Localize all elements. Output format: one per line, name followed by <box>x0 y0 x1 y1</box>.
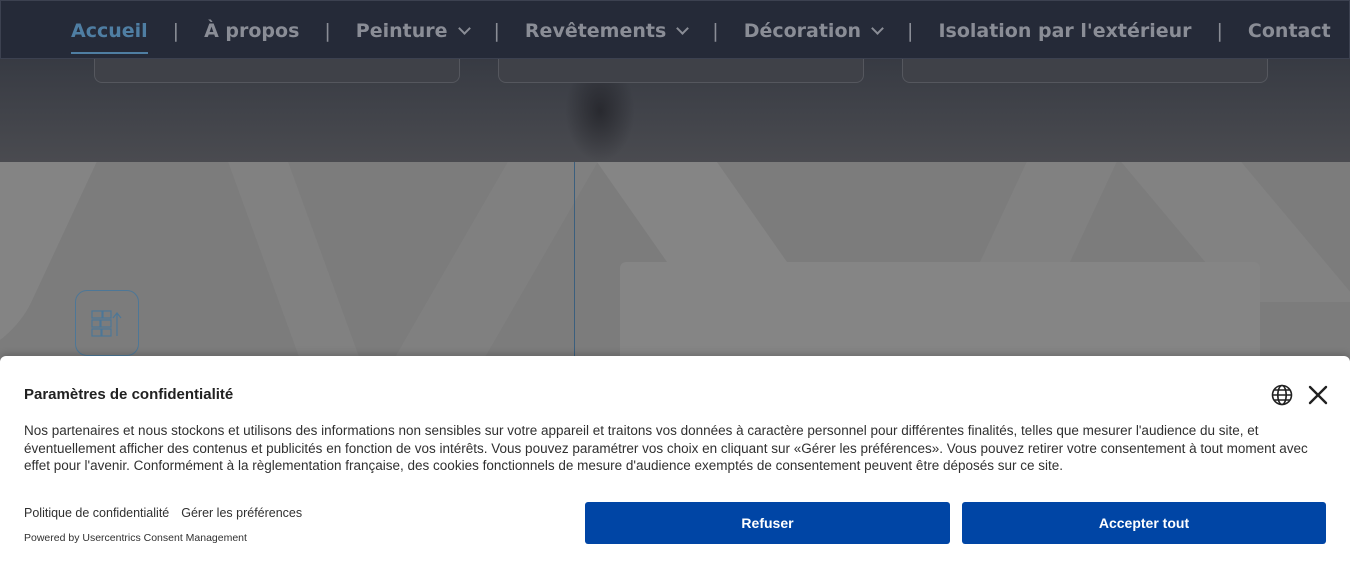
close-icon <box>1308 385 1328 405</box>
nav-item-decoration[interactable]: Décoration <box>743 19 884 42</box>
nav-item-contact[interactable]: Contact <box>1248 20 1331 42</box>
nav-separator: | <box>172 19 180 42</box>
divider <box>574 162 575 362</box>
close-button[interactable] <box>1307 384 1329 406</box>
chevron-down-icon <box>457 21 471 35</box>
shelves-icon <box>91 310 122 337</box>
nav-item-peinture[interactable]: Peinture <box>355 19 471 42</box>
service-card[interactable] <box>94 58 460 83</box>
cookie-consent-banner: Paramètres de confidentialité Nos parten… <box>0 356 1350 568</box>
service-icon-box <box>75 290 139 356</box>
manage-preferences-link[interactable]: Gérer les préférences <box>181 506 302 520</box>
nav-item-label: Accueil <box>71 19 148 42</box>
nav-separator: | <box>324 19 331 42</box>
nav-item-label: Peinture <box>355 19 448 42</box>
nav-item-label: Isolation par l'extérieur <box>938 19 1192 42</box>
nav-separator: | <box>907 19 914 42</box>
globe-icon <box>1271 384 1293 406</box>
nav-item-label: Contact <box>1247 19 1331 42</box>
powered-by-text: Powered by Usercentrics Consent Manageme… <box>24 532 247 544</box>
background-shape <box>392 162 598 362</box>
nav-separator: | <box>712 19 719 42</box>
service-card[interactable] <box>902 58 1268 83</box>
nav-item-accueil[interactable]: Accueil <box>71 19 148 54</box>
refuse-button[interactable]: Refuser <box>585 502 950 544</box>
privacy-policy-link[interactable]: Politique de confidentialité <box>24 506 169 520</box>
chevron-down-icon <box>871 21 884 35</box>
banner-links: Politique de confidentialité Gérer les p… <box>24 506 314 520</box>
nav-item-revetements[interactable]: Revêtements <box>524 19 690 42</box>
language-button[interactable] <box>1271 384 1293 406</box>
service-card[interactable] <box>498 58 864 83</box>
nav-item-a-propos[interactable]: À propos <box>204 20 299 42</box>
nav-item-label: À propos <box>204 19 300 42</box>
banner-title: Paramètres de confidentialité <box>24 386 234 403</box>
nav-separator: | <box>493 19 500 42</box>
nav-item-isolation[interactable]: Isolation par l'extérieur <box>938 20 1191 42</box>
chevron-down-icon <box>676 21 690 35</box>
active-underline <box>71 51 148 54</box>
nav-separator: | <box>1216 19 1223 42</box>
banner-description: Nos partenaires et nous stockons et util… <box>24 423 1308 473</box>
nav-item-label: Décoration <box>743 19 862 42</box>
main-navigation: Accueil | À propos | Peinture | Revêteme… <box>0 0 1350 59</box>
accept-all-button[interactable]: Accepter tout <box>962 502 1326 544</box>
nav-item-label: Revêtements <box>524 19 667 42</box>
